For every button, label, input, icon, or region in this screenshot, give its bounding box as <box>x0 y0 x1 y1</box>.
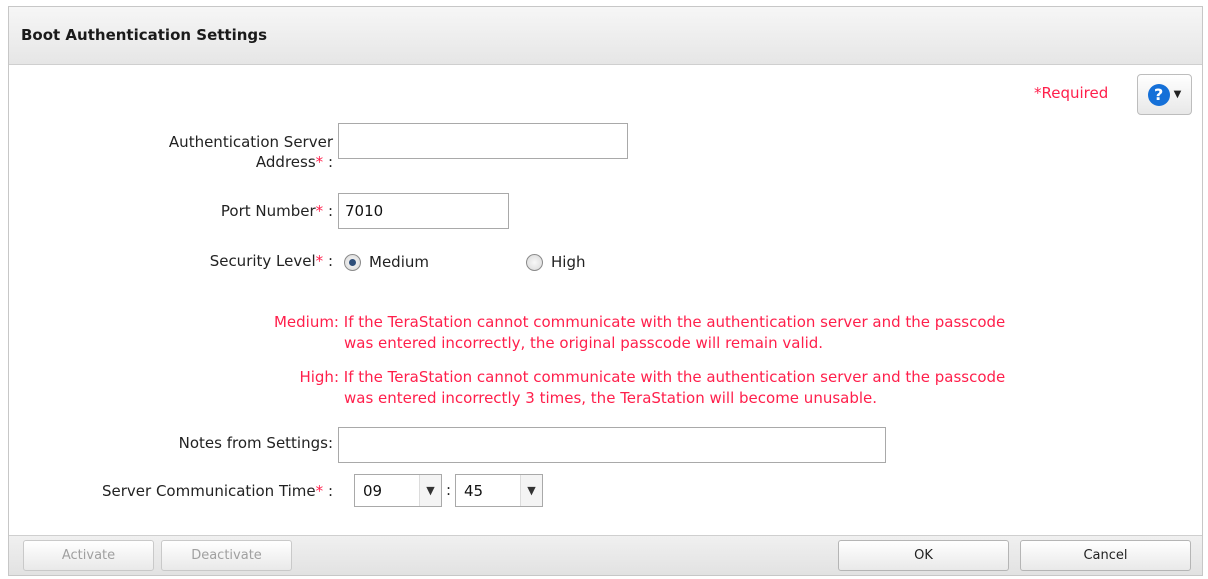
cancel-button[interactable]: Cancel <box>1020 540 1191 571</box>
auth-server-label: Authentication Server Address* : <box>89 132 333 172</box>
desc-medium-key: Medium: <box>273 313 339 331</box>
boot-auth-dialog: Boot Authentication Settings *Required ?… <box>8 6 1203 576</box>
activate-button[interactable]: Activate <box>23 540 154 571</box>
label-colon: : <box>327 202 333 220</box>
notes-input[interactable] <box>338 427 886 463</box>
time-separator: : <box>446 481 452 499</box>
required-note: *Required <box>1034 84 1109 102</box>
port-number-label-text: Port Number <box>220 202 316 220</box>
required-star: * <box>315 202 324 220</box>
dialog-titlebar: Boot Authentication Settings <box>9 7 1202 65</box>
label-colon: : <box>327 482 333 500</box>
help-button[interactable]: ? ▼ <box>1137 74 1192 115</box>
chevron-down-icon[interactable]: ▼ <box>419 475 441 506</box>
chevron-down-icon: ▼ <box>1173 89 1182 100</box>
required-star: * <box>315 153 324 171</box>
radio-high[interactable]: High <box>526 253 585 271</box>
required-star: * <box>315 252 324 270</box>
minute-select[interactable]: 45 ▼ <box>455 474 543 507</box>
desc-high: High: If the TeraStation cannot communic… <box>239 367 1199 409</box>
security-level-label: Security Level* : <box>89 251 333 271</box>
hour-select[interactable]: 09 ▼ <box>354 474 442 507</box>
server-time-label-text: Server Communication Time <box>101 482 316 500</box>
auth-server-label-line2: Address <box>255 153 316 171</box>
auth-server-label-line1: Authentication Server <box>168 133 333 151</box>
radio-high-label: High <box>551 253 586 271</box>
desc-high-line2: was entered incorrectly 3 times, the Ter… <box>344 389 878 407</box>
deactivate-button[interactable]: Deactivate <box>161 540 292 571</box>
radio-medium[interactable]: Medium <box>344 253 429 271</box>
auth-server-address-input[interactable] <box>338 123 628 159</box>
dialog-title: Boot Authentication Settings <box>21 26 268 44</box>
radio-high-button[interactable] <box>526 253 543 271</box>
radio-medium-label: Medium <box>369 253 429 271</box>
desc-medium-line1: If the TeraStation cannot communicate wi… <box>343 313 1006 331</box>
label-colon: : <box>327 252 333 270</box>
security-level-label-text: Security Level <box>209 252 316 270</box>
port-number-input[interactable] <box>338 193 509 229</box>
port-number-label: Port Number* : <box>89 201 333 221</box>
desc-medium: Medium: If the TeraStation cannot commun… <box>239 312 1199 354</box>
ok-button[interactable]: OK <box>838 540 1009 571</box>
chevron-down-icon[interactable]: ▼ <box>520 475 542 506</box>
label-colon: : <box>327 153 333 171</box>
desc-high-line1: If the TeraStation cannot communicate wi… <box>343 368 1006 386</box>
desc-high-key: High: <box>299 368 339 386</box>
notes-label: Notes from Settings: <box>178 434 333 452</box>
desc-medium-line2: was entered incorrectly, the original pa… <box>344 334 824 352</box>
hour-value: 09 <box>363 481 383 500</box>
question-circle-icon: ? <box>1147 83 1170 106</box>
server-time-label: Server Communication Time* : <box>29 481 333 501</box>
dialog-footer: Activate Deactivate OK Cancel <box>9 535 1202 575</box>
radio-medium-button[interactable] <box>344 253 361 271</box>
required-star: * <box>315 482 324 500</box>
minute-value: 45 <box>464 481 484 500</box>
